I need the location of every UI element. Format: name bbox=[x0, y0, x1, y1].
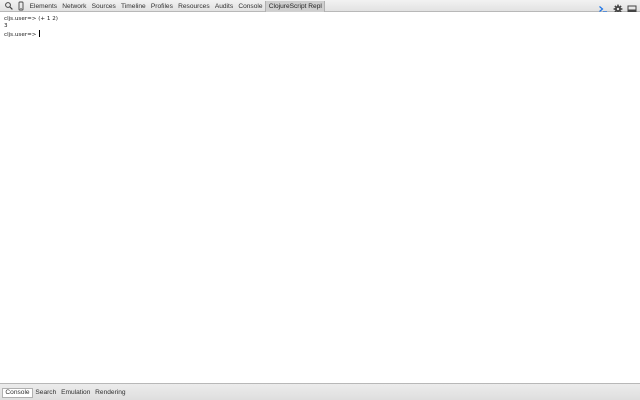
drawer-tabs: Console Search Emulation Rendering bbox=[2, 387, 128, 398]
search-icon[interactable] bbox=[4, 1, 14, 11]
drawer-tab-rendering[interactable]: Rendering bbox=[93, 388, 128, 398]
console-prompt: cljs.user=> bbox=[4, 32, 39, 38]
repl-console[interactable]: cljs.user=> (+ 1 2) 3 cljs.user=> bbox=[0, 12, 640, 383]
tab-profiles[interactable]: Profiles bbox=[148, 1, 175, 12]
gear-icon[interactable] bbox=[613, 1, 623, 14]
dock-side-icon[interactable] bbox=[627, 1, 637, 13]
tab-sources[interactable]: Sources bbox=[89, 1, 118, 12]
tab-elements[interactable]: Elements bbox=[27, 1, 60, 12]
console-line: 3 bbox=[4, 23, 8, 29]
show-console-drawer-icon[interactable] bbox=[598, 1, 608, 13]
tab-timeline[interactable]: Timeline bbox=[118, 1, 148, 12]
drawer-tab-emulation[interactable]: Emulation bbox=[59, 388, 93, 398]
text-caret bbox=[39, 30, 41, 37]
drawer-tab-console[interactable]: Console bbox=[2, 387, 33, 398]
tab-console[interactable]: Console bbox=[236, 1, 265, 12]
device-mode-icon[interactable] bbox=[16, 1, 26, 11]
tab-resources[interactable]: Resources bbox=[176, 1, 213, 12]
devtools-toolbar: Elements Network Sources Timeline Profil… bbox=[0, 0, 640, 14]
tab-clojurescript-repl[interactable]: ClojureScript Repl bbox=[265, 0, 326, 12]
panel-tabs: Elements Network Sources Timeline Profil… bbox=[27, 0, 326, 12]
tab-audits[interactable]: Audits bbox=[212, 1, 236, 12]
console-line: cljs.user=> (+ 1 2) bbox=[4, 16, 58, 22]
drawer-tab-search[interactable]: Search bbox=[33, 388, 59, 398]
console-prompt-line[interactable]: cljs.user=> bbox=[4, 30, 41, 39]
tab-network[interactable]: Network bbox=[60, 1, 89, 12]
devtools-window: Elements Network Sources Timeline Profil… bbox=[0, 0, 640, 400]
drawer-tab-bar: Console Search Emulation Rendering bbox=[0, 383, 640, 400]
